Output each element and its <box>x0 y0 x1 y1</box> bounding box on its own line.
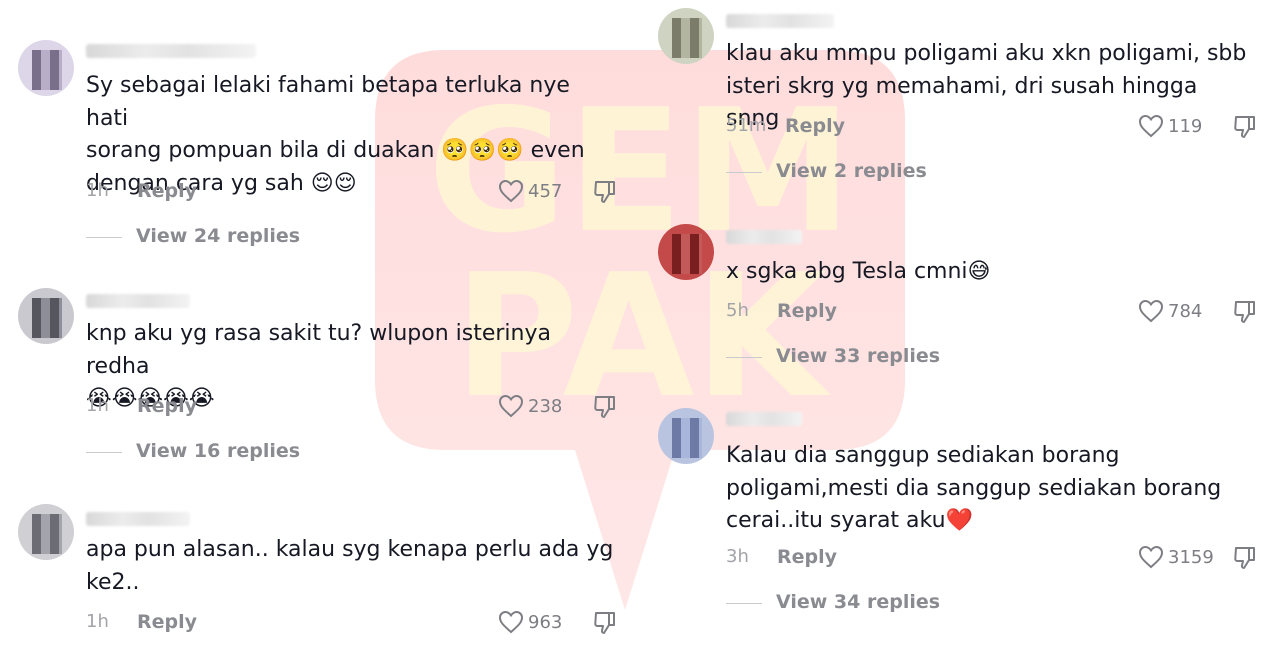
dislike-button[interactable] <box>593 394 617 424</box>
divider-line <box>726 172 762 173</box>
comment-text: x sgka abg Tesla cmni😅 <box>726 259 991 284</box>
username-blurred[interactable] <box>86 44 256 58</box>
view-replies-label: View 2 replies <box>776 160 927 182</box>
thumbs-down-icon <box>594 181 615 203</box>
avatar[interactable] <box>658 408 714 464</box>
thumbs-down-icon <box>1234 116 1255 138</box>
avatar[interactable] <box>658 8 714 64</box>
comment-meta: 5h Reply 784 <box>726 298 1266 326</box>
heart-outline-icon <box>498 179 524 203</box>
avatar[interactable] <box>18 40 74 96</box>
reply-button[interactable]: Reply <box>137 611 197 633</box>
comment-meta: 1h Reply 238 <box>86 393 626 421</box>
view-replies-label: View 24 replies <box>136 225 301 247</box>
username-blurred[interactable] <box>726 412 802 426</box>
view-replies-button[interactable]: View 2 replies <box>726 160 1126 186</box>
view-replies-button[interactable]: View 33 replies <box>726 345 1126 371</box>
username-blurred[interactable] <box>726 14 834 28</box>
avatar[interactable] <box>658 224 714 280</box>
view-replies-button[interactable]: View 34 replies <box>726 591 1126 617</box>
dislike-button[interactable] <box>593 179 617 209</box>
reply-button[interactable]: Reply <box>777 300 837 322</box>
heart-outline-icon <box>1138 114 1164 138</box>
reply-button[interactable]: Reply <box>137 395 197 417</box>
thumbs-down-icon <box>594 612 615 634</box>
username-blurred[interactable] <box>86 512 190 526</box>
view-replies-button[interactable]: View 24 replies <box>86 225 486 251</box>
comments-screenshot: GEM PAK Sy sebagai lelaki fahami betapa … <box>0 0 1280 650</box>
divider-line <box>726 357 762 358</box>
reply-button[interactable]: Reply <box>785 115 845 137</box>
dislike-button[interactable] <box>1233 114 1257 144</box>
heart-outline-icon <box>498 610 524 634</box>
comment-time: 1h <box>86 180 109 201</box>
divider-line <box>86 237 122 238</box>
comment-meta: 3h Reply 3159 <box>726 544 1266 572</box>
view-replies-label: View 33 replies <box>776 345 941 367</box>
view-replies-button[interactable]: View 16 replies <box>86 440 486 466</box>
like-count: 119 <box>1168 116 1203 137</box>
avatar[interactable] <box>18 288 74 344</box>
comment-text: apa pun alasan.. kalau syg kenapa perlu … <box>86 537 614 595</box>
view-replies-label: View 34 replies <box>776 591 941 613</box>
like-count: 3159 <box>1168 547 1214 568</box>
username-blurred[interactable] <box>726 230 802 244</box>
thumbs-down-icon <box>594 396 615 418</box>
comment-meta: 1h Reply 963 <box>86 609 626 637</box>
comment-meta: 1h Reply 457 <box>86 178 626 206</box>
divider-line <box>726 603 762 604</box>
divider-line <box>86 452 122 453</box>
dislike-button[interactable] <box>1233 299 1257 329</box>
heart-outline-icon <box>1138 545 1164 569</box>
like-count: 784 <box>1168 301 1203 322</box>
avatar[interactable] <box>18 504 74 560</box>
like-count: 457 <box>528 181 563 202</box>
dislike-button[interactable] <box>593 610 617 640</box>
view-replies-label: View 16 replies <box>136 440 301 462</box>
reply-button[interactable]: Reply <box>137 180 197 202</box>
heart-outline-icon <box>1138 299 1164 323</box>
comment-time: 1h <box>86 395 109 416</box>
like-count: 238 <box>528 396 563 417</box>
like-count: 963 <box>528 612 563 633</box>
username-blurred[interactable] <box>86 294 190 308</box>
comment-time: 5h <box>726 300 749 321</box>
thumbs-down-icon <box>1234 301 1255 323</box>
comment-time: 3h <box>726 546 749 567</box>
comment-text: Kalau dia sanggup sediakan borang poliga… <box>726 443 1222 533</box>
comment-time: 51m <box>726 115 767 136</box>
heart-outline-icon <box>498 394 524 418</box>
comment-time: 1h <box>86 611 109 632</box>
reply-button[interactable]: Reply <box>777 546 837 568</box>
thumbs-down-icon <box>1234 547 1255 569</box>
dislike-button[interactable] <box>1233 545 1257 575</box>
comment-meta: 51m Reply 119 <box>726 113 1266 141</box>
